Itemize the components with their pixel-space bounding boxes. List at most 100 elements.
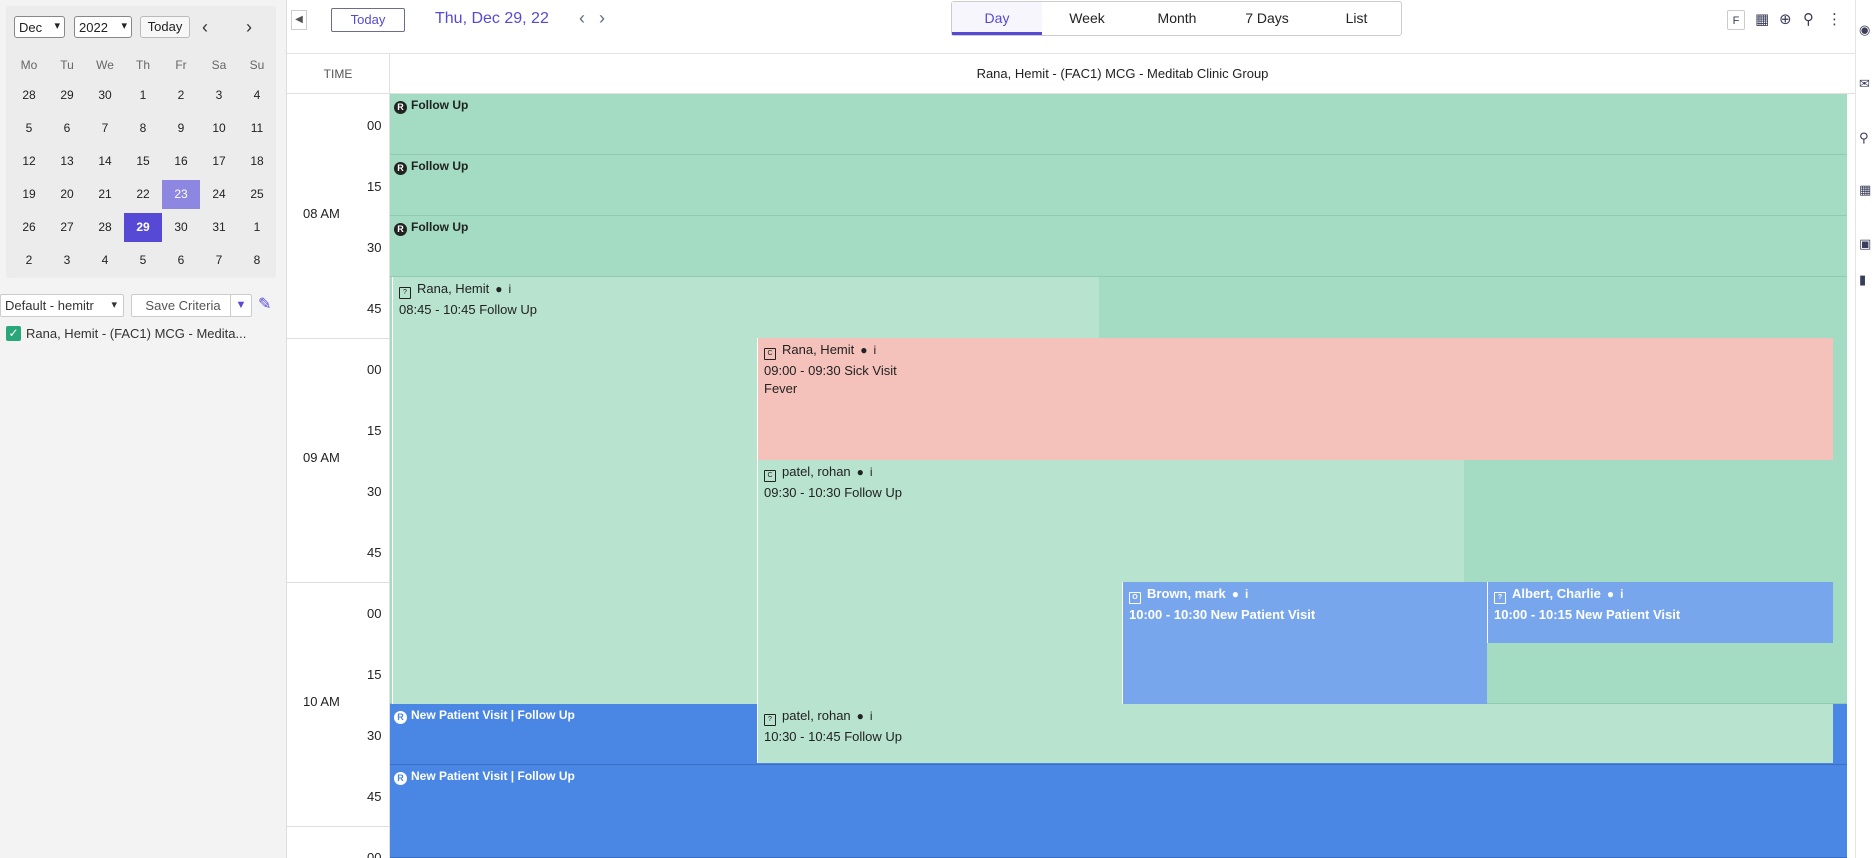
- calendar-day[interactable]: 26: [10, 213, 48, 242]
- today-button[interactable]: Today: [331, 8, 405, 32]
- person-icon[interactable]: ●: [857, 709, 864, 723]
- calendar-day[interactable]: 20: [48, 180, 86, 209]
- chevron-right-icon[interactable]: ›: [599, 8, 605, 29]
- calendar-day[interactable]: 1: [124, 81, 162, 110]
- document-icon[interactable]: ▣: [1859, 236, 1875, 252]
- tab-day[interactable]: Day: [952, 2, 1042, 35]
- calendar-day[interactable]: 5: [10, 114, 48, 143]
- tab-7-days[interactable]: 7 Days: [1222, 2, 1312, 35]
- calendar-day[interactable]: 1: [238, 213, 276, 242]
- mail-icon[interactable]: ✉: [1859, 76, 1875, 92]
- calendar-day[interactable]: 16: [162, 147, 200, 176]
- appointment-card[interactable]: C Rana, Hemit ● i 09:00 - 09:30 Sick Visit …: [757, 338, 1833, 460]
- book-icon[interactable]: ▮: [1859, 272, 1875, 288]
- calendar-day[interactable]: 23: [162, 180, 200, 209]
- toolbar: ◀ Today Thu, Dec 29, 22 ‹ › Day Week Mon…: [287, 0, 1855, 54]
- grid-icon[interactable]: ▦: [1859, 182, 1875, 198]
- filter-badge[interactable]: F: [1727, 10, 1745, 30]
- info-icon[interactable]: i: [870, 709, 873, 723]
- calendar-day[interactable]: 15: [124, 147, 162, 176]
- patient-name: Brown, mark: [1147, 586, 1226, 601]
- availability-slot[interactable]: R New Patient Visit | Follow Up: [390, 765, 1847, 858]
- appointment-card[interactable]: ? patel, rohan ● i 10:30 - 10:45 Follow Up: [757, 704, 1833, 763]
- calendar-day[interactable]: 29: [48, 81, 86, 110]
- calendar-day[interactable]: 22: [124, 180, 162, 209]
- calendar-day[interactable]: 2: [10, 246, 48, 275]
- calendar-day[interactable]: 6: [162, 246, 200, 275]
- availability-slot[interactable]: R Follow Up: [390, 94, 1847, 155]
- left-sidebar: Dec ▾ 2022 ▾ Today ‹ › Mo Tu We Th Fr Sa…: [0, 0, 287, 858]
- calendar-day[interactable]: 28: [10, 81, 48, 110]
- tab-list[interactable]: List: [1312, 2, 1401, 35]
- year-select[interactable]: 2022 ▾: [74, 16, 132, 38]
- person-icon[interactable]: ●: [860, 343, 867, 357]
- calendar-day[interactable]: 12: [10, 147, 48, 176]
- person-icon[interactable]: ●: [1607, 587, 1614, 601]
- calendar-day[interactable]: 2: [162, 81, 200, 110]
- chevron-down-icon[interactable]: ▼: [230, 294, 252, 317]
- chat-icon[interactable]: ◉: [1859, 22, 1875, 38]
- calendar-day[interactable]: 31: [200, 213, 238, 242]
- info-icon[interactable]: i: [509, 282, 512, 296]
- criteria-select[interactable]: Default - hemitr ▾: [0, 294, 124, 317]
- calendar-icon[interactable]: ▦: [1755, 10, 1769, 30]
- scheduler: TIME Rana, Hemit - (FAC1) MCG - Meditab …: [287, 54, 1855, 858]
- person-icon[interactable]: ●: [1232, 587, 1239, 601]
- chevron-left-icon[interactable]: ‹: [202, 18, 208, 36]
- info-icon[interactable]: i: [874, 343, 877, 357]
- resource-checkbox[interactable]: ✓: [6, 326, 21, 341]
- calendar-day[interactable]: 18: [238, 147, 276, 176]
- mini-calendar-today-button[interactable]: Today: [140, 16, 190, 38]
- resource-list-item[interactable]: ✓ Rana, Hemit - (FAC1) MCG - Medita...: [4, 326, 284, 344]
- availability-slot[interactable]: R Follow Up: [390, 155, 1847, 216]
- calendar-day[interactable]: 5: [124, 246, 162, 275]
- calendar-day[interactable]: 13: [48, 147, 86, 176]
- calendar-day[interactable]: 11: [238, 114, 276, 143]
- appointment-card[interactable]: O Brown, mark ● i 10:00 - 10:30 New Patient…: [1122, 582, 1487, 704]
- calendar-day[interactable]: 30: [162, 213, 200, 242]
- calendar-day[interactable]: 6: [48, 114, 86, 143]
- add-icon[interactable]: ⊕: [1779, 10, 1792, 30]
- calendar-day[interactable]: 7: [200, 246, 238, 275]
- appointment-card[interactable]: ? Albert, Charlie ● i 10:00 - 10:15 New Pat…: [1487, 582, 1833, 643]
- tab-week[interactable]: Week: [1042, 2, 1132, 35]
- chevron-right-icon[interactable]: ›: [246, 18, 252, 36]
- info-icon[interactable]: i: [870, 465, 873, 479]
- save-criteria-button[interactable]: Save Criteria: [131, 294, 235, 317]
- info-icon[interactable]: i: [1245, 587, 1248, 601]
- month-select[interactable]: Dec ▾: [14, 16, 65, 38]
- calendar-day[interactable]: 21: [86, 180, 124, 209]
- calendar-day[interactable]: 9: [162, 114, 200, 143]
- collapse-sidebar-button[interactable]: ◀: [291, 10, 307, 30]
- calendar-day[interactable]: 4: [86, 246, 124, 275]
- calendar-day[interactable]: 4: [238, 81, 276, 110]
- person-icon[interactable]: ●: [495, 282, 502, 296]
- tab-month[interactable]: Month: [1132, 2, 1222, 35]
- search-icon[interactable]: ⚲: [1803, 10, 1814, 30]
- calendar-day[interactable]: 17: [200, 147, 238, 176]
- calendar-day[interactable]: 14: [86, 147, 124, 176]
- calendar-day[interactable]: 27: [48, 213, 86, 242]
- calendar-day[interactable]: 8: [124, 114, 162, 143]
- calendar-week-row: 5 6 7 8 9 10 11: [10, 114, 276, 147]
- calendar-day[interactable]: 8: [238, 246, 276, 275]
- calendar-day[interactable]: 7: [86, 114, 124, 143]
- more-vertical-icon[interactable]: ⋮: [1827, 10, 1842, 30]
- chevron-left-icon[interactable]: ‹: [579, 8, 585, 29]
- day-grid[interactable]: R Follow Up R Follow Up R Follow Up R New Pa…: [390, 94, 1855, 858]
- calendar-day[interactable]: 19: [10, 180, 48, 209]
- calendar-day[interactable]: 30: [86, 81, 124, 110]
- person-icon[interactable]: ●: [857, 465, 864, 479]
- search-icon[interactable]: ⚲: [1859, 130, 1875, 146]
- pencil-icon[interactable]: ✎: [258, 296, 276, 314]
- calendar-day[interactable]: 3: [48, 246, 86, 275]
- calendar-day[interactable]: 3: [200, 81, 238, 110]
- calendar-day[interactable]: 10: [200, 114, 238, 143]
- calendar-day[interactable]: 25: [238, 180, 276, 209]
- availability-slot[interactable]: R Follow Up: [390, 216, 1847, 277]
- info-icon[interactable]: i: [1620, 587, 1623, 601]
- calendar-day[interactable]: 28: [86, 213, 124, 242]
- calendar-day[interactable]: 29: [124, 213, 162, 242]
- minute-label: 15: [367, 179, 382, 194]
- calendar-day[interactable]: 24: [200, 180, 238, 209]
